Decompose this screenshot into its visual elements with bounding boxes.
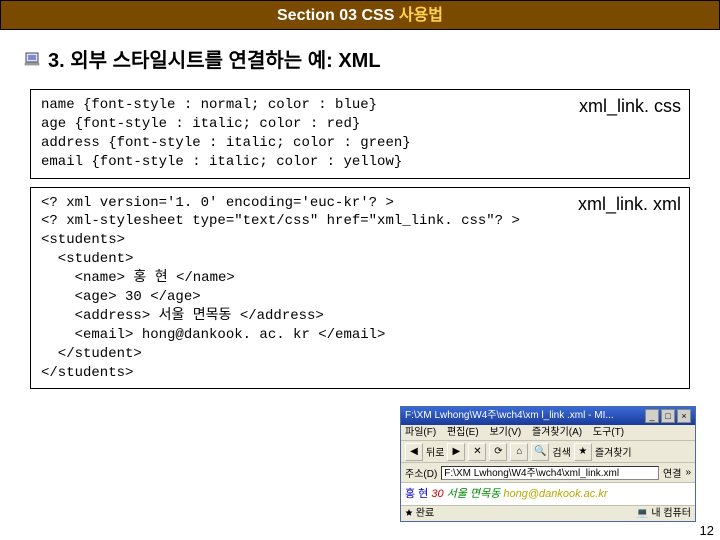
browser-titlebar: F:\XM Lwhong\W4주\wch4\xm l_link .xml - M… <box>401 407 695 425</box>
browser-window: F:\XM Lwhong\W4주\wch4\xm l_link .xml - M… <box>400 406 696 522</box>
back-button[interactable]: ◀ <box>405 443 423 461</box>
browser-content: 홍 현 30 서울 면목동 hong@dankook.ac.kr <box>401 483 695 505</box>
browser-addressbar: 주소(D) F:\XM Lwhong\W4주\wch4\xml_link.xml… <box>401 463 695 483</box>
xml-code-box: xml_link. xml <? xml version='1. 0' enco… <box>30 187 690 390</box>
content-age: 30 <box>431 488 443 500</box>
section-header-suffix: 사용법 <box>399 7 443 24</box>
browser-toolbar: ◀ 뒤로 ▶ ✕ ⟳ ⌂ 🔍 검색 ★ 즐겨찾기 <box>401 441 695 463</box>
close-button[interactable]: × <box>677 409 691 423</box>
address-label: 주소(D) <box>405 465 437 480</box>
favorites-label: 즐겨찾기 <box>595 444 632 459</box>
stop-button[interactable]: ✕ <box>468 443 486 461</box>
section-header: Section 03 CSS 사용법 <box>0 0 720 30</box>
css-code-box: xml_link. css name {font-style : normal;… <box>30 89 690 179</box>
search-icon[interactable]: 🔍 <box>531 443 549 461</box>
forward-button[interactable]: ▶ <box>447 443 465 461</box>
menu-edit[interactable]: 편집(E) <box>447 427 479 438</box>
content-address: 서울 면목동 <box>447 488 501 500</box>
css-file-label: xml_link. css <box>577 94 683 118</box>
search-label: 검색 <box>552 444 570 459</box>
menu-view[interactable]: 보기(V) <box>489 427 521 438</box>
back-label: 뒤로 <box>426 444 444 459</box>
slide-title: 3. 외부 스타일시트를 연결하는 예: XML <box>48 44 381 73</box>
content-email: hong@dankook.ac.kr <box>503 488 607 500</box>
menu-tools[interactable]: 도구(T) <box>593 427 624 438</box>
maximize-button[interactable]: □ <box>661 409 675 423</box>
status-zone: 💻 내 컴퓨터 <box>636 506 691 521</box>
browser-menubar: 파일(F) 편집(E) 보기(V) 즐겨찾기(A) 도구(T) <box>401 425 695 441</box>
xml-file-label: xml_link. xml <box>576 192 683 216</box>
home-button[interactable]: ⌂ <box>510 443 528 461</box>
go-button[interactable]: 연결 <box>663 465 681 480</box>
browser-statusbar: 🟊 완료 💻 내 컴퓨터 <box>401 505 695 521</box>
favorites-icon[interactable]: ★ <box>574 443 592 461</box>
status-done: 🟊 완료 <box>405 506 434 521</box>
links-button[interactable]: » <box>685 467 691 478</box>
slide-title-row: 3. 외부 스타일시트를 연결하는 예: XML <box>0 30 720 83</box>
xml-code: <? xml version='1. 0' encoding='euc-kr'?… <box>41 194 679 383</box>
computer-icon <box>24 50 42 68</box>
window-controls: _ □ × <box>645 409 691 423</box>
menu-favorites[interactable]: 즐겨찾기(A) <box>532 427 582 438</box>
browser-title-text: F:\XM Lwhong\W4주\wch4\xm l_link .xml - M… <box>405 407 614 425</box>
minimize-button[interactable]: _ <box>645 409 659 423</box>
refresh-button[interactable]: ⟳ <box>489 443 507 461</box>
section-header-prefix: Section 03 CSS <box>277 7 399 24</box>
menu-file[interactable]: 파일(F) <box>405 427 436 438</box>
address-input[interactable]: F:\XM Lwhong\W4주\wch4\xml_link.xml <box>441 466 659 480</box>
page-number: 12 <box>700 523 714 538</box>
content-name: 홍 현 <box>405 488 428 500</box>
